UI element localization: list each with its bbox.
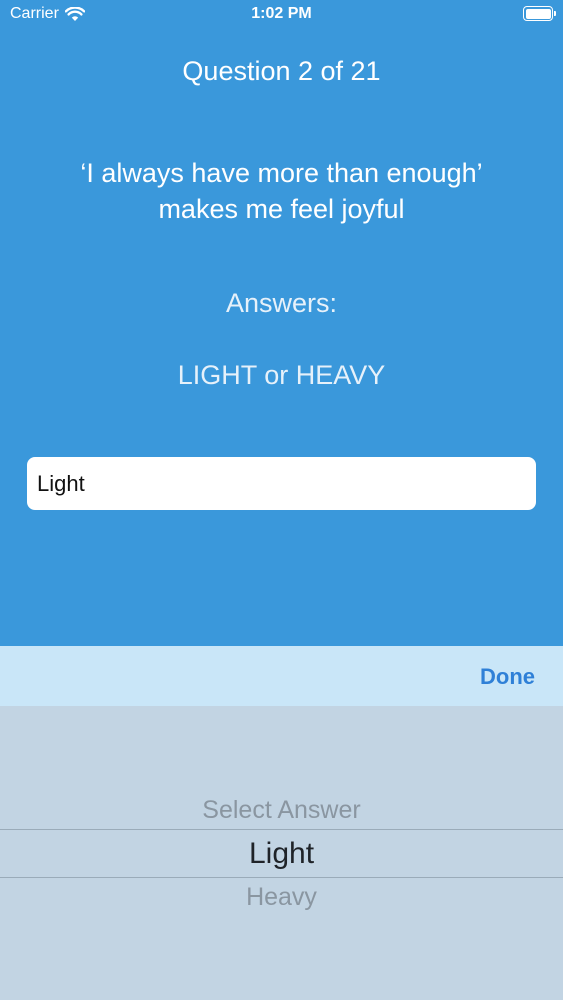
picker-selection-top-divider	[0, 829, 563, 830]
question-text: ‘I always have more than enough’ makes m…	[0, 155, 563, 227]
picker-option-heavy[interactable]: Heavy	[0, 883, 563, 912]
answers-label: Answers:	[225, 288, 338, 318]
quiz-screen: Carrier 1:02 PM Question 2 of 21 ‘I alwa…	[0, 0, 563, 1000]
answer-options: LIGHT or HEAVY	[177, 360, 386, 390]
status-time: 1:02 PM	[251, 5, 312, 22]
answer-picker[interactable]: Select Answer Light Heavy	[0, 706, 563, 1000]
status-bar: Carrier 1:02 PM	[0, 0, 563, 30]
picker-selection-bottom-divider	[0, 877, 563, 878]
picker-option-select-answer[interactable]: Select Answer	[0, 796, 563, 825]
question-number: Question 2 of 21	[182, 56, 381, 86]
battery-icon	[523, 6, 556, 21]
done-button[interactable]: Done	[480, 664, 535, 690]
picker-toolbar: Done	[0, 646, 563, 706]
picker-option-light[interactable]: Light	[0, 837, 563, 871]
question-line-2: makes me feel joyful	[158, 194, 405, 224]
answer-input[interactable]	[27, 457, 536, 510]
question-line-1: ‘I always have more than enough’	[80, 158, 483, 188]
